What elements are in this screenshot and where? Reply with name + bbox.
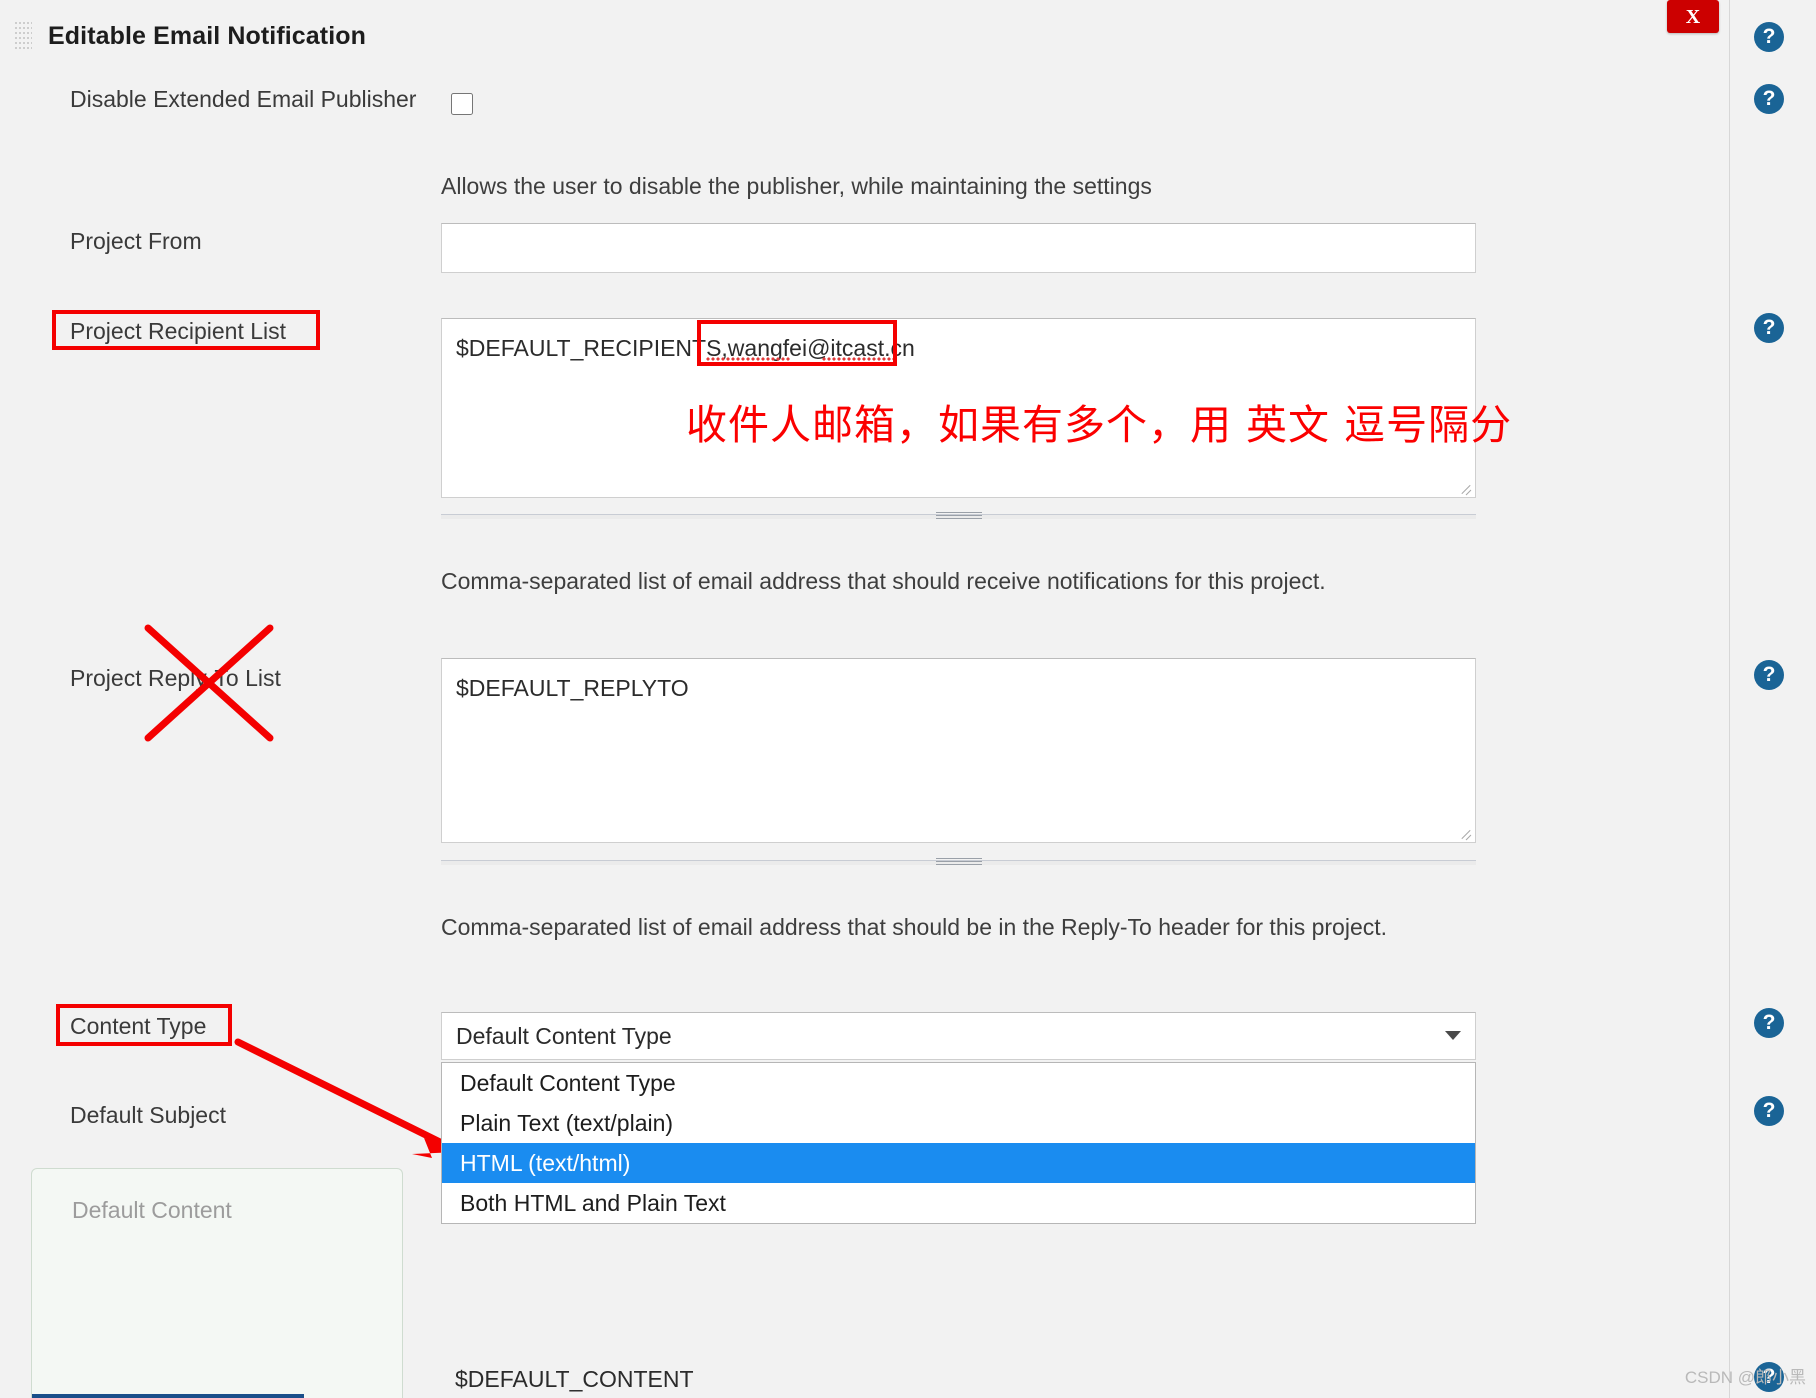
- default-content-card-underline: [32, 1394, 304, 1398]
- help-icon-recipient-list[interactable]: ?: [1754, 313, 1784, 343]
- help-text-reply-to-list: Comma-separated list of email address th…: [441, 914, 1388, 940]
- help-text-recipient-list: Comma-separated list of email address th…: [441, 568, 1326, 594]
- content-type-select[interactable]: Default Content Type: [441, 1012, 1476, 1060]
- label-project-from: Project From: [70, 228, 202, 254]
- project-reply-to-list-textarea[interactable]: [441, 658, 1476, 843]
- label-project-recipient-list: Project Recipient List: [70, 318, 287, 344]
- project-from-input[interactable]: [441, 223, 1476, 273]
- help-icon-default-subject[interactable]: ?: [1754, 1096, 1784, 1126]
- splitter-reply-to[interactable]: [441, 858, 1476, 865]
- email-notification-panel: Editable Email Notification X ? ? ? ? ? …: [0, 0, 1816, 1398]
- content-type-dropdown[interactable]: Default Content Type Plain Text (text/pl…: [441, 1062, 1476, 1224]
- splitter-recipient[interactable]: [441, 512, 1476, 519]
- help-text-disable-publisher: Allows the user to disable the publisher…: [441, 173, 1152, 199]
- help-icon-reply-to-list[interactable]: ?: [1754, 660, 1784, 690]
- spellcheck-squiggle-domain: [822, 355, 894, 361]
- default-content-value: $DEFAULT_CONTENT: [455, 1366, 694, 1392]
- content-type-selected-value: Default Content Type: [456, 1023, 672, 1049]
- spellcheck-squiggle-user: [706, 355, 790, 361]
- close-button[interactable]: X: [1667, 0, 1719, 33]
- panel-right-divider: [1729, 0, 1730, 1398]
- chevron-down-icon: [1445, 1031, 1461, 1041]
- page-title: Editable Email Notification: [48, 22, 367, 50]
- annotation-arrow-content-type: [234, 1038, 458, 1158]
- disable-extended-email-publisher-checkbox[interactable]: [451, 93, 473, 115]
- drag-handle-icon[interactable]: [14, 22, 32, 52]
- dropdown-item-both-html-and-plain-text[interactable]: Both HTML and Plain Text: [442, 1183, 1475, 1223]
- label-disable-extended-email-publisher: Disable Extended Email Publisher: [70, 86, 417, 112]
- annotation-text-recipient-note: 收件人邮箱，如果有多个，用 英文 逗号隔分: [686, 401, 1513, 449]
- dropdown-item-html[interactable]: HTML (text/html): [442, 1143, 1475, 1183]
- help-icon-content-type[interactable]: ?: [1754, 1008, 1784, 1038]
- label-default-content: Default Content: [72, 1197, 232, 1223]
- label-default-subject: Default Subject: [70, 1102, 226, 1128]
- help-icon-disable-publisher[interactable]: ?: [1754, 84, 1784, 114]
- dropdown-item-plain-text[interactable]: Plain Text (text/plain): [442, 1103, 1475, 1143]
- dropdown-item-default-content-type[interactable]: Default Content Type: [442, 1063, 1475, 1103]
- label-project-reply-to-list: Project Reply-To List: [70, 665, 281, 691]
- help-icon-panel[interactable]: ?: [1754, 22, 1784, 52]
- label-content-type: Content Type: [70, 1013, 207, 1039]
- default-content-card: Default Content: [31, 1168, 403, 1398]
- watermark-text: CSDN @郎小黑: [1684, 1368, 1806, 1387]
